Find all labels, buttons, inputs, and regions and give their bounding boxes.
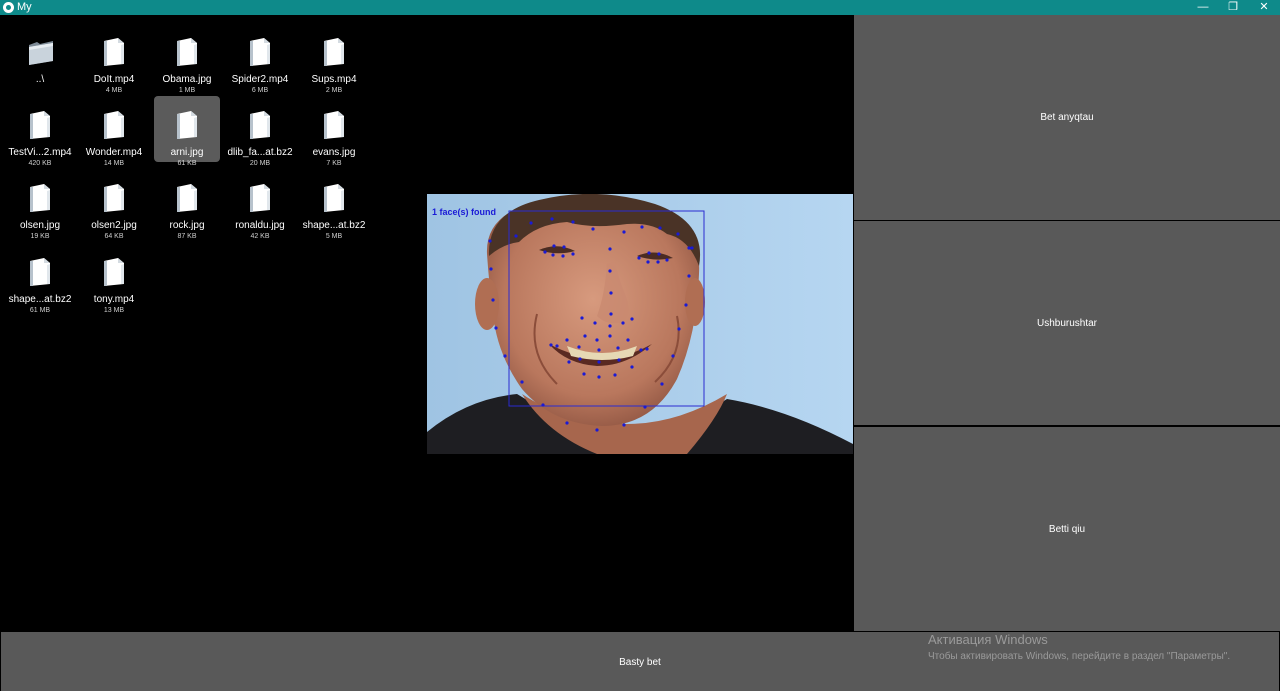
file-item[interactable]: evans.jpg 7 KB: [301, 96, 367, 167]
file-size: 420 KB: [28, 160, 52, 167]
file-item[interactable]: shape...at.bz2 5 MB: [301, 169, 367, 240]
file-size: 64 KB: [104, 233, 124, 240]
file-size: 1 MB: [178, 87, 196, 94]
file-name: Sups.mp4: [311, 74, 357, 85]
file-item[interactable]: shape...at.bz2 61 MB: [7, 243, 73, 314]
triangles-button[interactable]: Ushburushtar: [854, 221, 1280, 425]
file-item[interactable]: tony.mp4 13 MB: [81, 243, 147, 314]
maximize-icon[interactable]: ❐: [1218, 0, 1248, 15]
file-item[interactable]: Spider2.mp4 6 MB: [227, 23, 293, 94]
file-item[interactable]: TestVi...2.mp4 420 KB: [7, 96, 73, 167]
file-item[interactable]: arni.jpg 61 KB: [154, 96, 220, 167]
title-bar: My — ❐ ✕: [0, 0, 1280, 15]
file-item[interactable]: ronaldu.jpg 42 KB: [227, 169, 293, 240]
file-icon: [101, 257, 127, 287]
file-size: 2 MB: [325, 87, 343, 94]
file-name: evans.jpg: [312, 147, 356, 158]
file-name: tony.mp4: [93, 294, 135, 305]
file-icon: [174, 110, 200, 140]
file-browser[interactable]: ..\ DoIt.mp4 4 MB Obama.jpg 1 MB Spider2.mp4 6…: [0, 15, 426, 631]
app-icon: [3, 2, 14, 13]
file-size: 14 MB: [103, 160, 125, 167]
file-icon: [101, 183, 127, 213]
file-item[interactable]: dlib_fa...at.bz2 20 MB: [227, 96, 293, 167]
face-count-label: 1 face(s) found: [432, 207, 496, 217]
file-icon: [247, 110, 273, 140]
minimize-icon[interactable]: —: [1188, 0, 1218, 15]
file-size: 20 MB: [249, 160, 271, 167]
file-item[interactable]: olsen.jpg 19 KB: [7, 169, 73, 240]
file-size: 13 MB: [103, 307, 125, 314]
close-icon[interactable]: ✕: [1249, 0, 1279, 15]
file-icon: [27, 257, 53, 287]
window-title: My: [17, 1, 32, 13]
file-icon: [27, 183, 53, 213]
folder-icon: [27, 37, 53, 67]
file-size: 87 KB: [177, 233, 197, 240]
file-icon: [247, 183, 273, 213]
file-icon: [101, 110, 127, 140]
file-icon: [174, 183, 200, 213]
file-icon: [27, 110, 53, 140]
file-size: 5 MB: [325, 233, 343, 240]
file-item[interactable]: olsen2.jpg 64 KB: [81, 169, 147, 240]
face-landmarks-image: 1 face(s) found: [427, 194, 853, 454]
image-preview: 1 face(s) found: [427, 194, 853, 454]
file-icon: [321, 183, 347, 213]
main-button[interactable]: Basty bet: [1, 632, 1279, 691]
file-size: 4 MB: [105, 87, 123, 94]
file-icon: [101, 37, 127, 67]
detect-button[interactable]: Bet anyqtau: [854, 15, 1280, 220]
file-icon: [247, 37, 273, 67]
face-button[interactable]: Betti qiu: [854, 427, 1280, 631]
parent-folder-item[interactable]: ..\: [7, 23, 73, 89]
file-icon: [321, 37, 347, 67]
file-size: 61 MB: [29, 307, 51, 314]
file-item[interactable]: Wonder.mp4 14 MB: [81, 96, 147, 167]
main-button-label: Basty bet: [619, 657, 661, 668]
file-size: 7 KB: [326, 160, 342, 167]
file-item[interactable]: Obama.jpg 1 MB: [154, 23, 220, 94]
file-size: 61 KB: [177, 160, 197, 167]
file-name: shape...at.bz2: [302, 220, 366, 231]
file-icon: [321, 110, 347, 140]
file-size: 19 KB: [30, 233, 50, 240]
file-item[interactable]: rock.jpg 87 KB: [154, 169, 220, 240]
file-size: 6 MB: [251, 87, 269, 94]
file-item[interactable]: DoIt.mp4 4 MB: [81, 23, 147, 94]
file-icon: [174, 37, 200, 67]
file-size: 42 KB: [250, 233, 270, 240]
file-item[interactable]: Sups.mp4 2 MB: [301, 23, 367, 94]
